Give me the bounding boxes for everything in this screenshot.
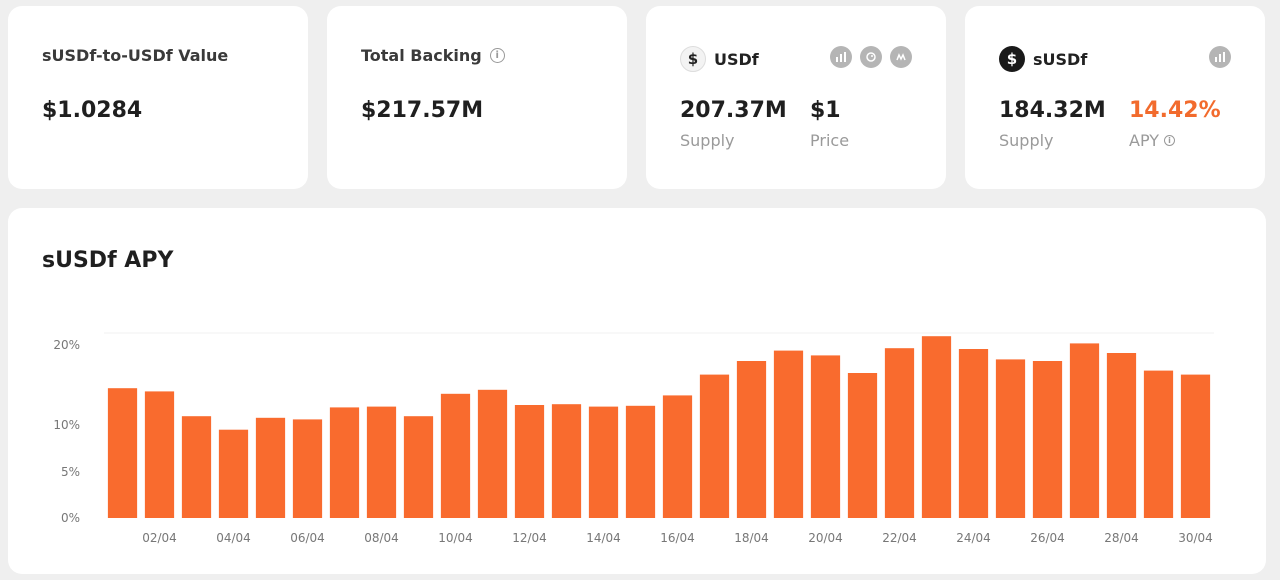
- bar-03-04[interactable]: [181, 416, 212, 518]
- external-links: [1209, 46, 1231, 68]
- bar-19-04[interactable]: [773, 350, 804, 518]
- chart-card: sUSDf APY 0% 5% 10% 20% 02/04 04/04 06/04 08/0…: [8, 208, 1266, 574]
- token-name: sUSDf: [1033, 49, 1088, 69]
- price-value: $1: [810, 98, 841, 123]
- bar-10-04[interactable]: [440, 393, 471, 518]
- token-card-usdf: $ USDf 207.37M Supply $1 Price: [646, 6, 946, 189]
- bar-16-04[interactable]: [662, 395, 693, 518]
- bar-23-04[interactable]: [921, 336, 952, 518]
- kpi-value: $1.0284: [42, 98, 143, 123]
- apy-bar-chart: 0% 5% 10% 20% 02/04 04/04 06/04 08/04 10/04 12/0…: [53, 332, 1214, 545]
- x-tick-label: 26/04: [1030, 531, 1065, 545]
- y-tick-label: 10%: [53, 418, 80, 432]
- bar-24-04[interactable]: [958, 349, 989, 518]
- supply-label: Supply: [680, 131, 735, 150]
- supply-value: 184.32M: [999, 98, 1106, 123]
- chart-icon[interactable]: [830, 46, 852, 68]
- bar-25-04[interactable]: [995, 359, 1026, 518]
- kpi-card-value: sUSDf-to-USDf Value $1.0284: [8, 6, 308, 189]
- info-icon[interactable]: i: [489, 48, 505, 63]
- token-name: USDf: [714, 49, 759, 69]
- price-stat: $1 Price: [810, 98, 849, 150]
- bar-26-04[interactable]: [1032, 361, 1063, 518]
- x-tick-label: 10/04: [438, 531, 473, 545]
- price-label: Price: [810, 131, 850, 150]
- gecko-icon[interactable]: [860, 46, 882, 68]
- bar-12-04[interactable]: [514, 405, 545, 518]
- apy-value: 14.42%: [1129, 98, 1221, 123]
- bar-01-04[interactable]: [107, 388, 138, 518]
- bar-28-04[interactable]: [1106, 353, 1137, 518]
- bar-27-04[interactable]: [1069, 343, 1100, 518]
- apy-stat: 14.42% APY i: [1129, 98, 1221, 150]
- supply-stat: 207.37M Supply: [680, 98, 787, 150]
- external-links: [830, 46, 912, 68]
- supply-label: Supply: [999, 131, 1054, 150]
- supply-value: 207.37M: [680, 98, 787, 123]
- token-header: $ sUSDf: [999, 46, 1087, 72]
- x-tick-label: 12/04: [512, 531, 547, 545]
- bar-22-04[interactable]: [884, 348, 915, 518]
- bar-04-04[interactable]: [218, 429, 249, 518]
- bar-07-04[interactable]: [329, 407, 360, 518]
- x-tick-label: 28/04: [1104, 531, 1139, 545]
- bar-14-04[interactable]: [588, 406, 619, 518]
- x-tick-label: 30/04: [1178, 531, 1213, 545]
- kpi-value: $217.57M: [361, 98, 484, 123]
- bar-15-04[interactable]: [625, 405, 656, 518]
- bar-08-04[interactable]: [366, 406, 397, 518]
- kpi-title: Total Backing i: [361, 46, 505, 65]
- bar-21-04[interactable]: [847, 373, 878, 518]
- bar-20-04[interactable]: [810, 355, 841, 518]
- bar-29-04[interactable]: [1143, 370, 1174, 518]
- bar-05-04[interactable]: [255, 417, 286, 518]
- x-tick-label: 08/04: [364, 531, 399, 545]
- token-card-susdf: $ sUSDf 184.32M Supply 14.42% APY i: [965, 6, 1265, 189]
- bar-18-04[interactable]: [736, 361, 767, 518]
- info-icon[interactable]: i: [1164, 135, 1176, 146]
- x-tick-label: 18/04: [734, 531, 769, 545]
- susdf-coin-icon: $: [999, 46, 1025, 72]
- x-tick-label: 20/04: [808, 531, 843, 545]
- kpi-title: sUSDf-to-USDf Value: [42, 46, 229, 65]
- coinmarketcap-icon[interactable]: [890, 46, 912, 68]
- x-tick-label: 24/04: [956, 531, 991, 545]
- x-tick-label: 02/04: [142, 531, 177, 545]
- y-tick-label: 5%: [61, 465, 80, 479]
- x-tick-label: 04/04: [216, 531, 251, 545]
- x-tick-label: 16/04: [660, 531, 695, 545]
- x-tick-label: 22/04: [882, 531, 917, 545]
- bar-17-04[interactable]: [699, 374, 730, 518]
- x-tick-label: 06/04: [290, 531, 325, 545]
- bar-09-04[interactable]: [403, 416, 434, 518]
- token-header: $ USDf: [680, 46, 759, 72]
- bar-30-04[interactable]: [1180, 374, 1211, 518]
- x-tick-label: 14/04: [586, 531, 621, 545]
- y-tick-label: 0%: [61, 511, 80, 525]
- bar-06-04[interactable]: [292, 419, 323, 518]
- supply-stat: 184.32M Supply: [999, 98, 1106, 150]
- bar-11-04[interactable]: [477, 389, 508, 518]
- kpi-card-backing: Total Backing i $217.57M: [327, 6, 627, 189]
- bar-02-04[interactable]: [144, 391, 175, 518]
- chart-icon[interactable]: [1209, 46, 1231, 68]
- apy-label: APY i: [1129, 131, 1221, 150]
- usdf-coin-icon: $: [680, 46, 706, 72]
- bar-13-04[interactable]: [551, 404, 582, 518]
- y-tick-label: 20%: [53, 338, 80, 352]
